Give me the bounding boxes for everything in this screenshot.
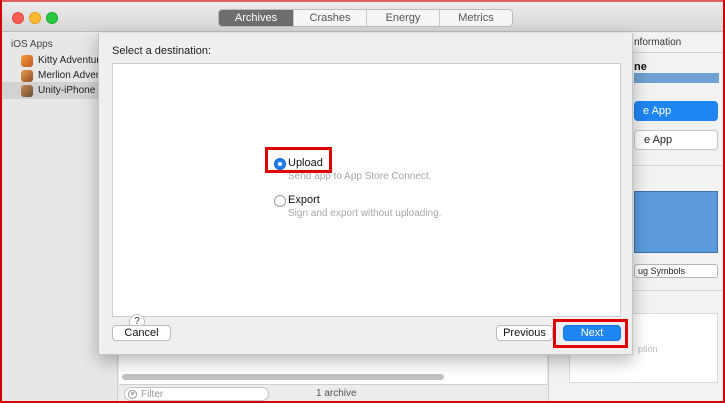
inspector-header: nformation [634,37,682,48]
export-radio-button[interactable] [274,195,286,207]
organizer-tab-bar: Archives Crashes Energy Metrics [218,9,513,27]
download-debug-symbols-button[interactable]: ug Symbols [634,264,718,278]
horizontal-scrollbar[interactable] [122,374,444,380]
destination-options-panel: Upload Send app to App Store Connect. Ex… [112,63,621,330]
export-option-label[interactable]: Export [288,194,320,206]
archive-name-highlight [634,73,719,83]
archive-count: 1 archive [316,388,357,399]
sidebar-item-label: Unity-iPhone [38,85,96,96]
export-option-description: Sign and export without uploading. [288,208,442,219]
window: Archives Crashes Energy Metrics iOS Apps… [0,0,725,403]
next-button[interactable]: Next [563,325,621,341]
upload-option-description: Send app to App Store Connect. [288,171,432,182]
kitty-app-icon [21,54,33,67]
filter-input[interactable]: ≡ Filter [124,387,269,401]
sidebar-header: iOS Apps [11,39,53,50]
validate-app-button[interactable]: e App [634,130,718,150]
description-placeholder: ption [638,344,658,354]
tab-crashes[interactable]: Crashes [293,10,366,26]
sheet-title: Select a destination: [112,45,212,57]
tab-metrics[interactable]: Metrics [439,10,512,26]
distribute-app-button[interactable]: e App [634,101,718,121]
filter-icon: ≡ [128,389,137,399]
previous-button[interactable]: Previous [496,325,553,341]
close-window-button[interactable] [12,12,24,24]
tab-archives[interactable]: Archives [219,10,293,26]
title-bar: Archives Crashes Energy Metrics [2,2,723,32]
tab-energy[interactable]: Energy [366,10,439,26]
sidebar-item-label: Kitty Adventure [38,55,106,66]
minimize-window-button[interactable] [29,12,41,24]
archive-name: ne [634,61,647,73]
upload-option-label[interactable]: Upload [288,157,323,169]
filter-placeholder: Filter [141,388,164,400]
distribution-sheet: Select a destination: Upload Send app to… [98,33,633,355]
cancel-button[interactable]: Cancel [112,325,171,341]
upload-radio-button[interactable] [274,158,286,170]
archive-preview [634,191,718,253]
unity-app-icon [21,84,33,97]
zoom-window-button[interactable] [46,12,58,24]
merlion-app-icon [21,69,33,82]
